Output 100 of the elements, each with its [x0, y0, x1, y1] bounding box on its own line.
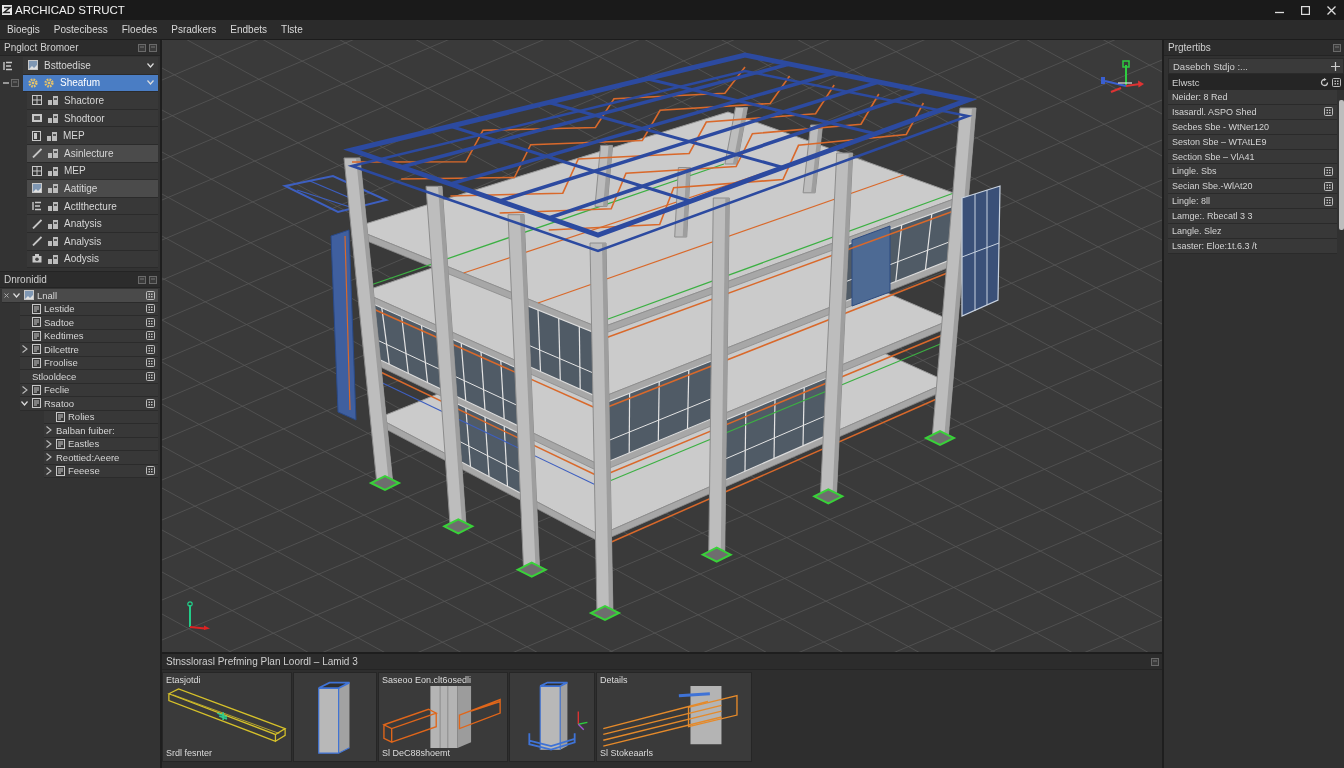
- sheet-icon: [32, 317, 41, 328]
- tree-item[interactable]: MEP: [27, 127, 158, 145]
- thumbnail-title: Etasjotdi: [166, 675, 202, 686]
- picture-icon: [24, 290, 34, 301]
- maximize-icon[interactable]: [1300, 5, 1310, 15]
- section-title: Elwstc: [1172, 76, 1200, 88]
- blocks-icon: [48, 218, 58, 229]
- thumbnail-title: Saseoo Eon.clt6osedli: [382, 675, 473, 686]
- square-icon[interactable]: [149, 275, 157, 284]
- thumbnail-title: Details: [600, 675, 629, 686]
- tree-item[interactable]: Dilcettre: [20, 343, 158, 357]
- chevron-right-icon[interactable]: [45, 426, 52, 435]
- sheet-icon: [32, 344, 41, 355]
- blocks-icon: [48, 95, 58, 106]
- tree-item[interactable]: Sadtoe: [20, 316, 158, 330]
- square-icon[interactable]: [1333, 43, 1341, 52]
- property-row[interactable]: Lingle: 8ll: [1168, 194, 1337, 210]
- panel-title: Dnronidid: [4, 274, 47, 286]
- blocks-icon: [48, 236, 58, 247]
- property-row[interactable]: Lingle. Sbs: [1168, 164, 1337, 180]
- sheet-icon: [56, 411, 65, 422]
- chevron-down-icon[interactable]: [21, 400, 28, 406]
- sheet-icon: [32, 398, 41, 409]
- close-icon[interactable]: [1326, 5, 1336, 15]
- thumbnail-caption: Sl Stokeaarls: [600, 748, 655, 759]
- sheet-icon: [32, 330, 41, 341]
- menu-item[interactable]: Postecibess: [46, 20, 115, 39]
- refresh-icon[interactable]: [1320, 77, 1329, 87]
- tree-item[interactable]: Reottied:Aeere: [44, 451, 158, 465]
- blocks-icon: [48, 113, 58, 124]
- picture-icon: [28, 60, 38, 71]
- blocks-icon: [47, 130, 57, 141]
- square-icon: [11, 79, 19, 88]
- gear-icon: [28, 77, 38, 88]
- tree-item[interactable]: Balban fuiber:: [44, 424, 158, 438]
- detail-thumbnail[interactable]: Etasjotdi Srdl fesnter: [162, 672, 292, 762]
- grid-icon: [32, 95, 42, 106]
- blocks-icon: [48, 201, 58, 212]
- blocks-icon: [48, 148, 58, 159]
- menu-item[interactable]: Tlste: [274, 20, 310, 39]
- window-title: ARCHICAD STRUCT: [15, 4, 126, 16]
- chevron-down-icon[interactable]: [13, 292, 20, 298]
- sheet-icon: [32, 384, 41, 395]
- cross-icon: [4, 292, 9, 298]
- property-row[interactable]: Secian Sbe.-WlAt20: [1168, 179, 1337, 195]
- minus-icon[interactable]: [3, 80, 9, 87]
- tree-item[interactable]: Bsttoedise: [23, 57, 158, 75]
- sheet-icon: [56, 465, 65, 476]
- camera-icon: [32, 254, 42, 264]
- panel-title: Stnsslorasl Prefming Plan Loordl – Lamid 3: [166, 656, 358, 667]
- blocks-icon: [48, 183, 58, 194]
- square-icon[interactable]: [1151, 657, 1159, 666]
- square-icon[interactable]: [138, 275, 146, 284]
- plus-icon: [1331, 61, 1340, 71]
- tree-item[interactable]: Shactore: [27, 92, 158, 110]
- pencil-icon: [32, 236, 42, 247]
- square-icon[interactable]: [149, 43, 157, 52]
- sheet-icon: [32, 303, 41, 314]
- property-row[interactable]: Langle. Slez: [1168, 224, 1337, 239]
- menu-item[interactable]: Floedes: [114, 20, 165, 39]
- property-row[interactable]: Lamge:. Rbecatl 3 3: [1168, 209, 1337, 224]
- list-icon: [3, 60, 13, 71]
- chevron-right-icon[interactable]: [21, 345, 28, 354]
- pencil-icon: [32, 148, 42, 159]
- pencil-icon: [32, 218, 42, 229]
- style-dropdown[interactable]: Dasebch Stdjo :...: [1168, 58, 1344, 74]
- menu-item[interactable]: Endbets: [223, 20, 275, 39]
- menu-item[interactable]: Bioegis: [0, 20, 47, 39]
- detail-thumbnail[interactable]: Saseoo Eon.clt6osedli Sl DeC88shoemt: [378, 672, 508, 762]
- panel-title: Prgtertibs: [1168, 42, 1211, 53]
- square-icon: [32, 113, 42, 124]
- square-icon[interactable]: [138, 43, 146, 52]
- axis-gizmo-icon[interactable]: [1100, 60, 1144, 94]
- detail-thumbnail[interactable]: Details Sl Stokeaarls: [596, 672, 752, 762]
- blocks-icon: [48, 165, 58, 176]
- chevron-down-icon[interactable]: [147, 62, 154, 68]
- axis-icon: [184, 600, 210, 630]
- chevron-right-icon[interactable]: [45, 466, 52, 475]
- tree-item[interactable]: Stlooldece: [20, 370, 158, 384]
- sheet-icon: [56, 438, 65, 449]
- blocks-icon: [48, 253, 58, 264]
- chevron-right-icon[interactable]: [21, 385, 28, 394]
- door-icon: [32, 130, 41, 141]
- menu-item[interactable]: Psradkers: [164, 20, 224, 39]
- thumbnail-caption: Srdl fesnter: [166, 748, 214, 759]
- tree-item[interactable]: Aatitige: [27, 180, 158, 198]
- thumbnail-caption: Sl DeC88shoemt: [382, 748, 452, 759]
- tree-item[interactable]: Lnall: [2, 289, 158, 303]
- list-icon: [32, 201, 42, 212]
- picture-icon: [32, 183, 42, 194]
- sheet-icon: [32, 357, 41, 368]
- property-row[interactable]: Neider: 8 Red: [1168, 90, 1337, 105]
- gear-icon: [44, 77, 54, 88]
- tree-item[interactable]: Rsatoo: [20, 397, 158, 411]
- tree-item[interactable]: Anatysis: [27, 215, 158, 233]
- grid-icon[interactable]: [1332, 77, 1341, 87]
- chevron-right-icon[interactable]: [45, 453, 52, 462]
- chevron-right-icon[interactable]: [45, 439, 52, 448]
- grid-icon: [32, 165, 42, 176]
- scrollbar[interactable]: [1339, 100, 1344, 230]
